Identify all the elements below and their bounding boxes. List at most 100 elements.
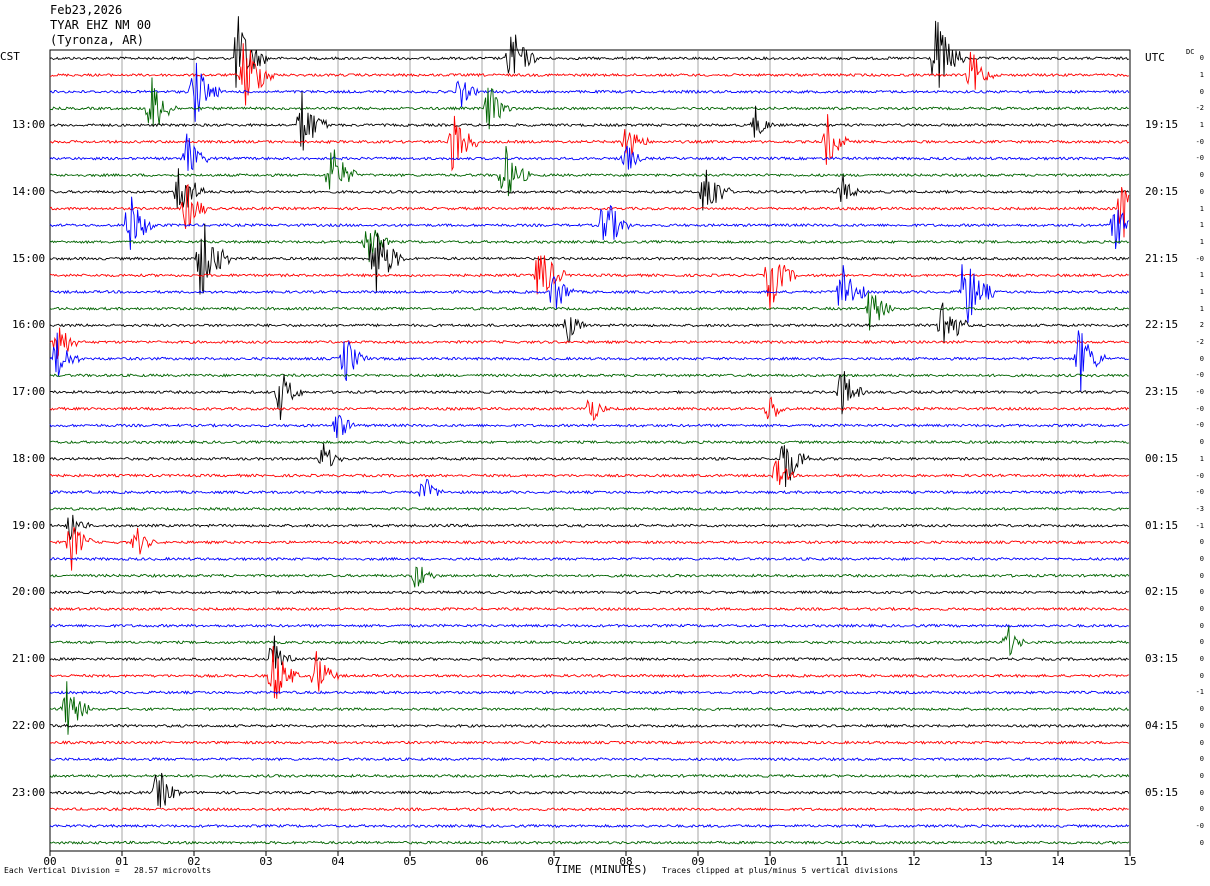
- trace-row: [49, 806, 1129, 812]
- right-time-label: 19:15: [1145, 118, 1179, 132]
- dc-offset-label: 0: [1199, 788, 1204, 797]
- dc-offset-label: 1: [1199, 71, 1204, 80]
- trace-row: [49, 114, 1130, 172]
- trace-row: [49, 566, 1130, 588]
- trace-row: [49, 740, 1130, 745]
- dc-offset-label: 0: [1199, 554, 1204, 563]
- left-time-label: 14:00: [12, 184, 46, 198]
- right-time-label: 03:15: [1145, 652, 1179, 666]
- trace-row: [49, 255, 1129, 310]
- trace-row: [49, 146, 1130, 197]
- dc-offset-label: 0: [1199, 87, 1204, 96]
- trace-row: [49, 772, 1130, 808]
- plot-frame: [49, 49, 1131, 852]
- dc-offset-label: 0: [1199, 171, 1204, 180]
- trace-row: [49, 77, 1129, 130]
- x-tick-label: 15: [1123, 855, 1136, 868]
- dc-offset-label: -0: [1195, 254, 1204, 263]
- dc-offset-label: 0: [1199, 571, 1204, 580]
- trace-row: [49, 373, 1129, 378]
- dc-offset-label: 1: [1199, 287, 1204, 296]
- x-tick-label: 04: [331, 855, 345, 868]
- trace-row: [49, 264, 1130, 323]
- left-time-label: 19:00: [12, 518, 46, 532]
- right-time-label: 05:15: [1145, 785, 1179, 799]
- trace-row: [49, 823, 1130, 829]
- trace-row: [49, 478, 1130, 497]
- trace-row: [49, 606, 1129, 612]
- trace-row: [49, 43, 1130, 106]
- dc-offset-label: 0: [1199, 588, 1204, 597]
- dc-offset-label: 2: [1199, 321, 1204, 330]
- scale-note: Each Vertical Division = 28.57 microvolt…: [4, 866, 212, 875]
- dc-offset-label: 0: [1199, 721, 1204, 730]
- trace-row: [49, 625, 1129, 657]
- trace-row: [49, 690, 1130, 695]
- x-tick-label: 03: [259, 855, 272, 868]
- left-time-label: 21:00: [12, 652, 46, 666]
- right-time-label: 21:15: [1145, 251, 1179, 265]
- dc-offset-label: 1: [1199, 204, 1204, 213]
- x-tick-label: 13: [979, 855, 992, 868]
- dc-offset-label: -0: [1195, 137, 1204, 146]
- right-time-label: 02:15: [1145, 585, 1179, 599]
- trace-row: [49, 327, 1129, 359]
- left-time-label: 23:00: [12, 785, 46, 799]
- dc-offset-label: -2: [1195, 104, 1204, 113]
- trace-row: [49, 330, 1129, 393]
- dc-offset-label: 0: [1199, 354, 1204, 363]
- dc-offset-label: 0: [1199, 187, 1204, 196]
- dc-offset-label: 0: [1199, 738, 1204, 747]
- dc-offset-label: 0: [1199, 638, 1204, 647]
- dc-offset-label: 0: [1199, 771, 1204, 780]
- dc-offset-label: -0: [1195, 154, 1204, 163]
- trace-row: [49, 623, 1130, 629]
- dc-offset-label: 0: [1199, 755, 1204, 764]
- trace-row: [49, 590, 1129, 595]
- trace-row: [49, 460, 1129, 485]
- left-time-label: 18:00: [12, 451, 46, 465]
- right-time-label: 04:15: [1145, 718, 1179, 732]
- dc-offset-label: -1: [1195, 688, 1204, 697]
- dc-offset-label: -0: [1195, 488, 1204, 497]
- right-time-label: UTC: [1145, 51, 1165, 65]
- left-time-label: 15:00: [12, 251, 46, 265]
- x-tick-label: 06: [475, 855, 488, 868]
- dc-offset-label: 1: [1199, 221, 1204, 230]
- x-tick-label: 12: [907, 855, 920, 868]
- trace-row: [49, 439, 1129, 445]
- x-axis-title: TIME (MINUTES): [555, 863, 648, 876]
- dc-offset-label: -3: [1195, 504, 1204, 513]
- right-time-label: 22:15: [1145, 318, 1179, 332]
- left-time-label: 16:00: [12, 318, 46, 332]
- left-time-label: 13:00: [12, 118, 46, 132]
- trace-row: [49, 514, 1130, 540]
- trace-row: [49, 840, 1130, 845]
- trace-row: [49, 443, 1130, 488]
- left-time-label: 20:00: [12, 585, 46, 599]
- dc-offset-label: 1: [1199, 121, 1204, 130]
- dc-offset-label: 0: [1199, 605, 1204, 614]
- dc-offset-label: -0: [1195, 404, 1204, 413]
- dc-offset-label: -1: [1195, 521, 1204, 530]
- dc-offset-label: -0: [1195, 421, 1204, 430]
- left-time-label: 22:00: [12, 718, 46, 732]
- dc-offset-label: 1: [1199, 271, 1204, 280]
- trace-row: [49, 723, 1130, 729]
- dc-offset-label: 0: [1199, 838, 1204, 847]
- trace-row: [49, 506, 1129, 512]
- x-tick-label: 14: [1051, 855, 1065, 868]
- dc-offset-label: 1: [1199, 237, 1204, 246]
- right-time-label: 00:15: [1145, 451, 1179, 465]
- trace-row: [49, 756, 1129, 762]
- right-time-label: 20:15: [1145, 184, 1179, 198]
- trace-row: [49, 62, 1130, 122]
- trace-row: [49, 371, 1130, 421]
- left-time-label: 17:00: [12, 385, 46, 399]
- trace-row: [49, 773, 1130, 779]
- trace-row: [49, 635, 1129, 669]
- trace-row: [49, 414, 1130, 439]
- dc-offset-label: 0: [1199, 805, 1204, 814]
- dc-offset-label: 0: [1199, 705, 1204, 714]
- dc-offset-label: 0: [1199, 54, 1204, 63]
